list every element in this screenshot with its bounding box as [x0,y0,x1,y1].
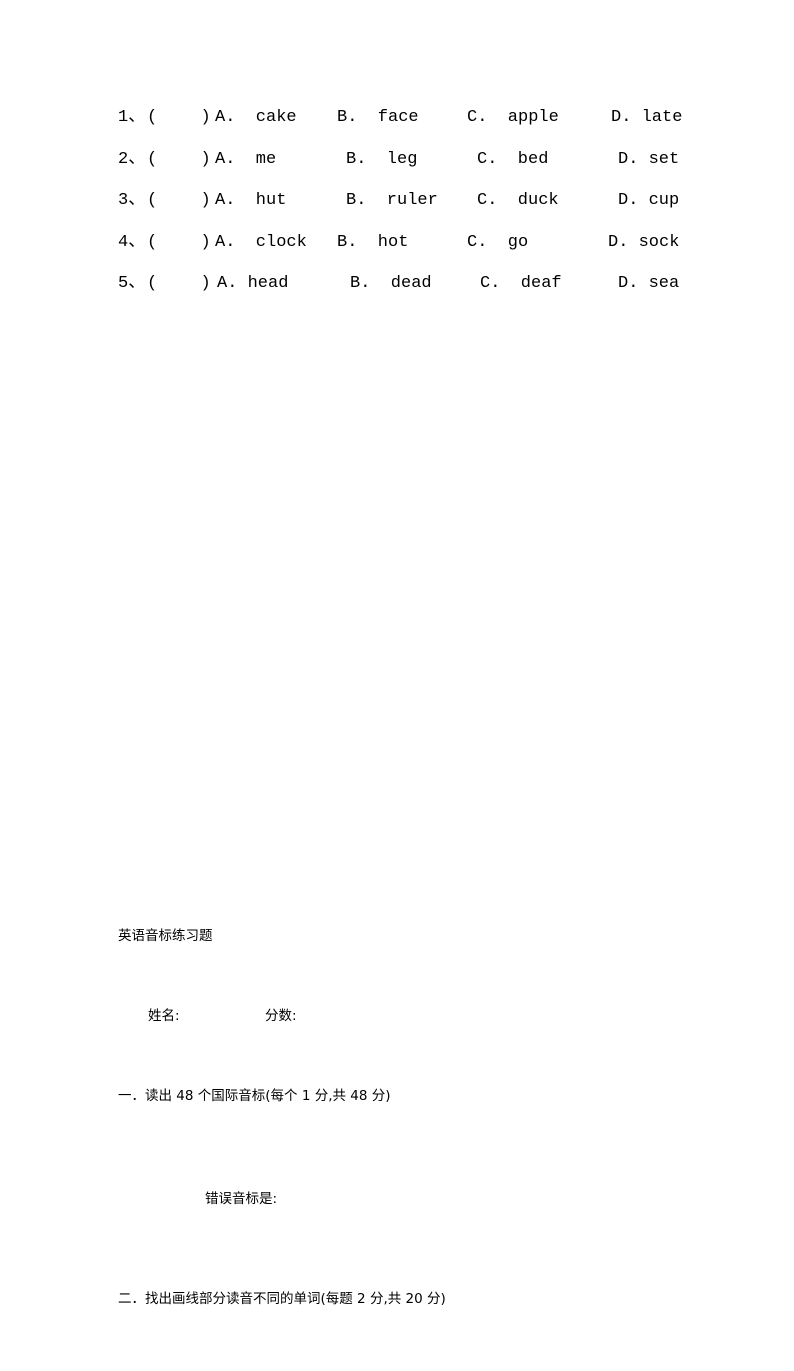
option-d[interactable]: D. sea [618,269,679,299]
option-b[interactable]: B. face [337,103,419,133]
wrong-symbols-label: 错误音标是: [205,1191,278,1207]
worksheet-page: 1、 ( ) A. cake B. face C. apple D. late … [0,0,794,1307]
score-label: 分数: [265,1008,297,1024]
table-row: 3、 ( ) A. hut B. ruler C. duck D. cup [118,186,679,228]
option-a[interactable]: A. me [215,145,276,175]
table-row: 2、 ( ) A. me B. leg C. bed D. set [118,145,679,187]
multiple-choice-block: 1、 ( ) A. cake B. face C. apple D. late … [118,103,682,311]
option-d[interactable]: D. set [618,145,679,175]
table-row: 1、 ( ) A. cake B. face C. apple D. late [118,103,682,145]
option-b[interactable]: B. leg [346,145,417,175]
answer-blank[interactable]: ( ) [147,103,211,133]
question-number: 3、 [118,191,146,210]
table-row: 5、 ( ) A. head B. dead C. deaf D. sea [118,269,679,311]
option-d[interactable]: D. late [611,103,682,133]
question-number: 5、 [118,274,146,293]
name-score-line: 姓名: 分数: [118,1006,718,1026]
option-a[interactable]: A. cake [215,103,297,133]
option-b[interactable]: B. dead [350,269,432,299]
option-c[interactable]: C. deaf [480,269,562,299]
table-row: 4、 ( ) A. clock B. hot C. go D. sock [118,228,679,270]
answer-blank[interactable]: ( ) [147,228,211,258]
option-c[interactable]: C. duck [477,186,559,216]
option-d[interactable]: D. cup [618,186,679,216]
option-c[interactable]: C. go [467,228,528,258]
answer-blank[interactable]: ( ) [147,145,211,175]
page-title: 英语音标练习题 [118,928,213,944]
option-a[interactable]: A. hut [215,186,286,216]
question-number: 2、 [118,149,146,169]
option-a[interactable]: A. clock [215,228,307,258]
question-number: 1、 [118,108,146,127]
answer-blank[interactable]: ( ) [147,186,211,216]
name-label: 姓名: [148,1008,180,1024]
wrong-symbols-line: 错误音标是: [118,1189,718,1209]
answer-blank[interactable]: ( ) [147,269,211,299]
question-number: 4、 [118,232,146,252]
option-c[interactable]: C. apple [467,103,559,133]
section-one-heading: 一．读出 48 个国际音标(每个 1 分,共 48 分) [118,1088,391,1104]
section-two-heading: 二．找出画线部分读音不同的单词(每题 2 分,共 20 分) [118,1291,446,1307]
option-a[interactable]: A. head [217,269,288,299]
option-d[interactable]: D. sock [608,228,679,258]
option-b[interactable]: B. hot [337,228,408,258]
worksheet-header-block: 英语音标练习题 姓名: 分数: 一．读出 48 个国际音标(每个 1 分,共 4… [118,866,718,1371]
option-c[interactable]: C. bed [477,145,548,175]
option-b[interactable]: B. ruler [346,186,438,216]
